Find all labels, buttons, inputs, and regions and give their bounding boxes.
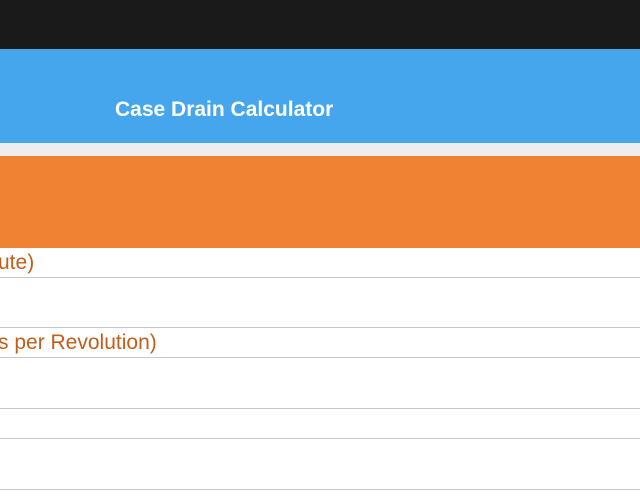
- divider: [0, 327, 640, 328]
- divider: [0, 489, 640, 490]
- navigation-bar: [0, 49, 640, 143]
- nav-separator: [0, 143, 640, 156]
- form-content: ute) s per Revolution): [0, 248, 640, 504]
- field-label-displacement: s per Revolution): [0, 331, 157, 354]
- speed-input[interactable]: [0, 278, 640, 327]
- displacement-input[interactable]: [0, 358, 640, 408]
- form-row[interactable]: [0, 439, 640, 489]
- page-title: Case Drain Calculator: [115, 98, 334, 121]
- section-header: [0, 156, 640, 248]
- field-label-speed: ute): [0, 251, 35, 274]
- form-row[interactable]: [0, 409, 640, 438]
- status-bar: [0, 0, 640, 49]
